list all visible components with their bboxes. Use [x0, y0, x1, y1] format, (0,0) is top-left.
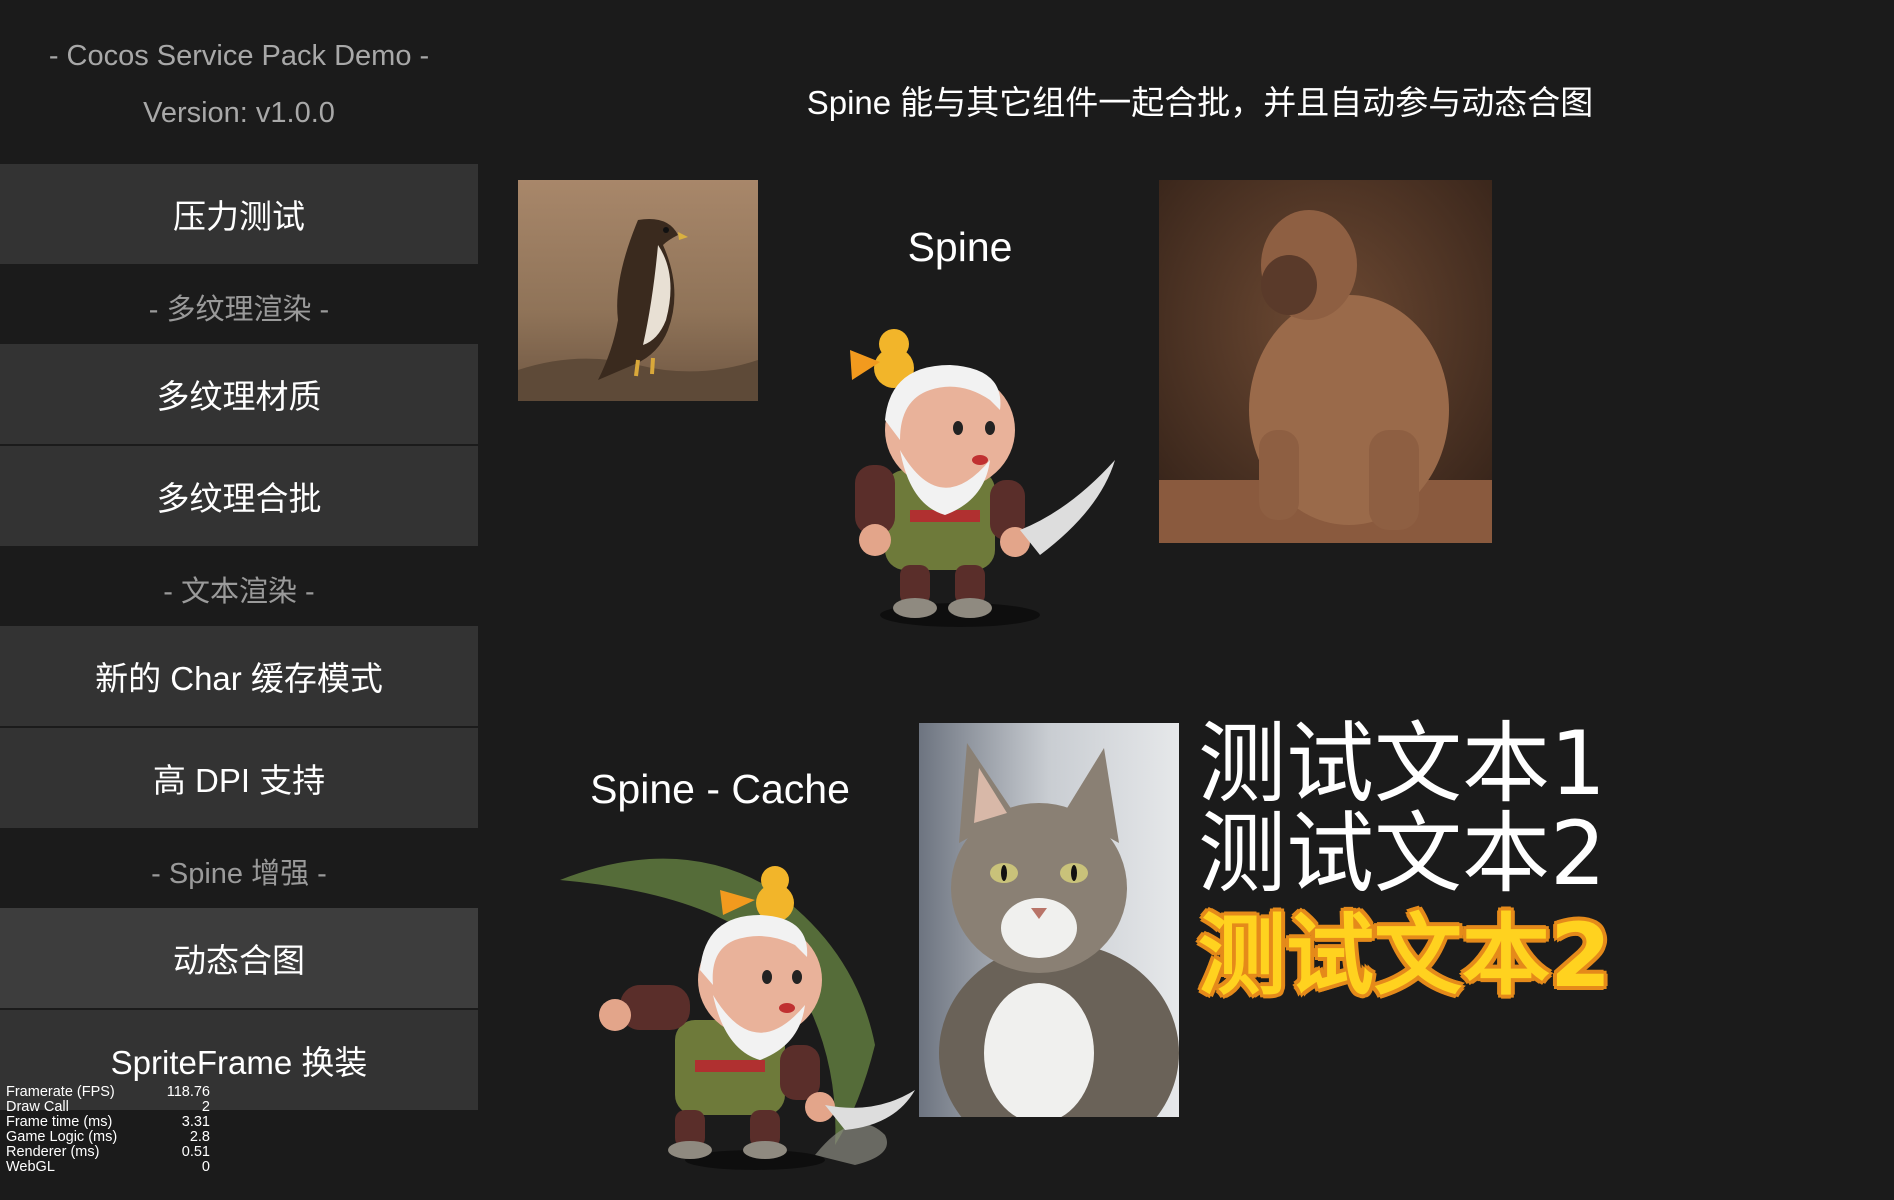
- menu-button-dynamic-atlas[interactable]: 动态合图: [0, 908, 478, 1008]
- spine-label: Spine: [907, 224, 1013, 270]
- stat-row: Draw Call 2: [6, 1099, 210, 1115]
- stat-row: Framerate (FPS) 118.76: [6, 1084, 210, 1100]
- menu-button-stress-test[interactable]: 压力测试: [0, 164, 478, 264]
- menu-button-high-dpi[interactable]: 高 DPI 支持: [0, 728, 478, 828]
- hawk-photo: [518, 180, 758, 401]
- menu-button-multi-texture-material[interactable]: 多纹理材质: [0, 344, 478, 444]
- spine-character: [840, 310, 1130, 630]
- test-text-2-outlined: 测试文本2: [1198, 904, 1612, 1007]
- profiler-stats: Framerate (FPS) 118.76 Draw Call 2 Frame t…: [6, 1085, 210, 1175]
- section-label-multi-texture: - 多纹理渲染 -: [148, 294, 330, 326]
- stat-row: Game Logic (ms) 2.8: [6, 1129, 210, 1145]
- baboon-photo: [1159, 180, 1492, 543]
- menu-button-char-cache[interactable]: 新的 Char 缓存模式: [0, 626, 478, 726]
- stat-row: Frame time (ms) 3.31: [6, 1114, 210, 1130]
- cat-photo: [919, 723, 1179, 1117]
- page-header: Spine 能与其它组件一起合批，并且自动参与动态合图: [806, 84, 1594, 121]
- menu-button-multi-texture-batch[interactable]: 多纹理合批: [0, 446, 478, 546]
- app-version: Version: v1.0.0: [143, 97, 335, 129]
- sidebar: - Cocos Service Pack Demo - Version: v1.…: [0, 0, 478, 1200]
- app-title: - Cocos Service Pack Demo -: [48, 40, 430, 72]
- test-text-1: 测试文本1: [1198, 712, 1606, 815]
- spine-cache-label: Spine - Cache: [590, 766, 850, 812]
- test-text-2: 测试文本2: [1198, 802, 1606, 905]
- section-label-text-render: - 文本渲染 -: [163, 576, 315, 608]
- stat-row: Renderer (ms) 0.51: [6, 1144, 210, 1160]
- stat-row: WebGL 0: [6, 1159, 210, 1175]
- section-label-spine: - Spine 增强 -: [151, 858, 327, 890]
